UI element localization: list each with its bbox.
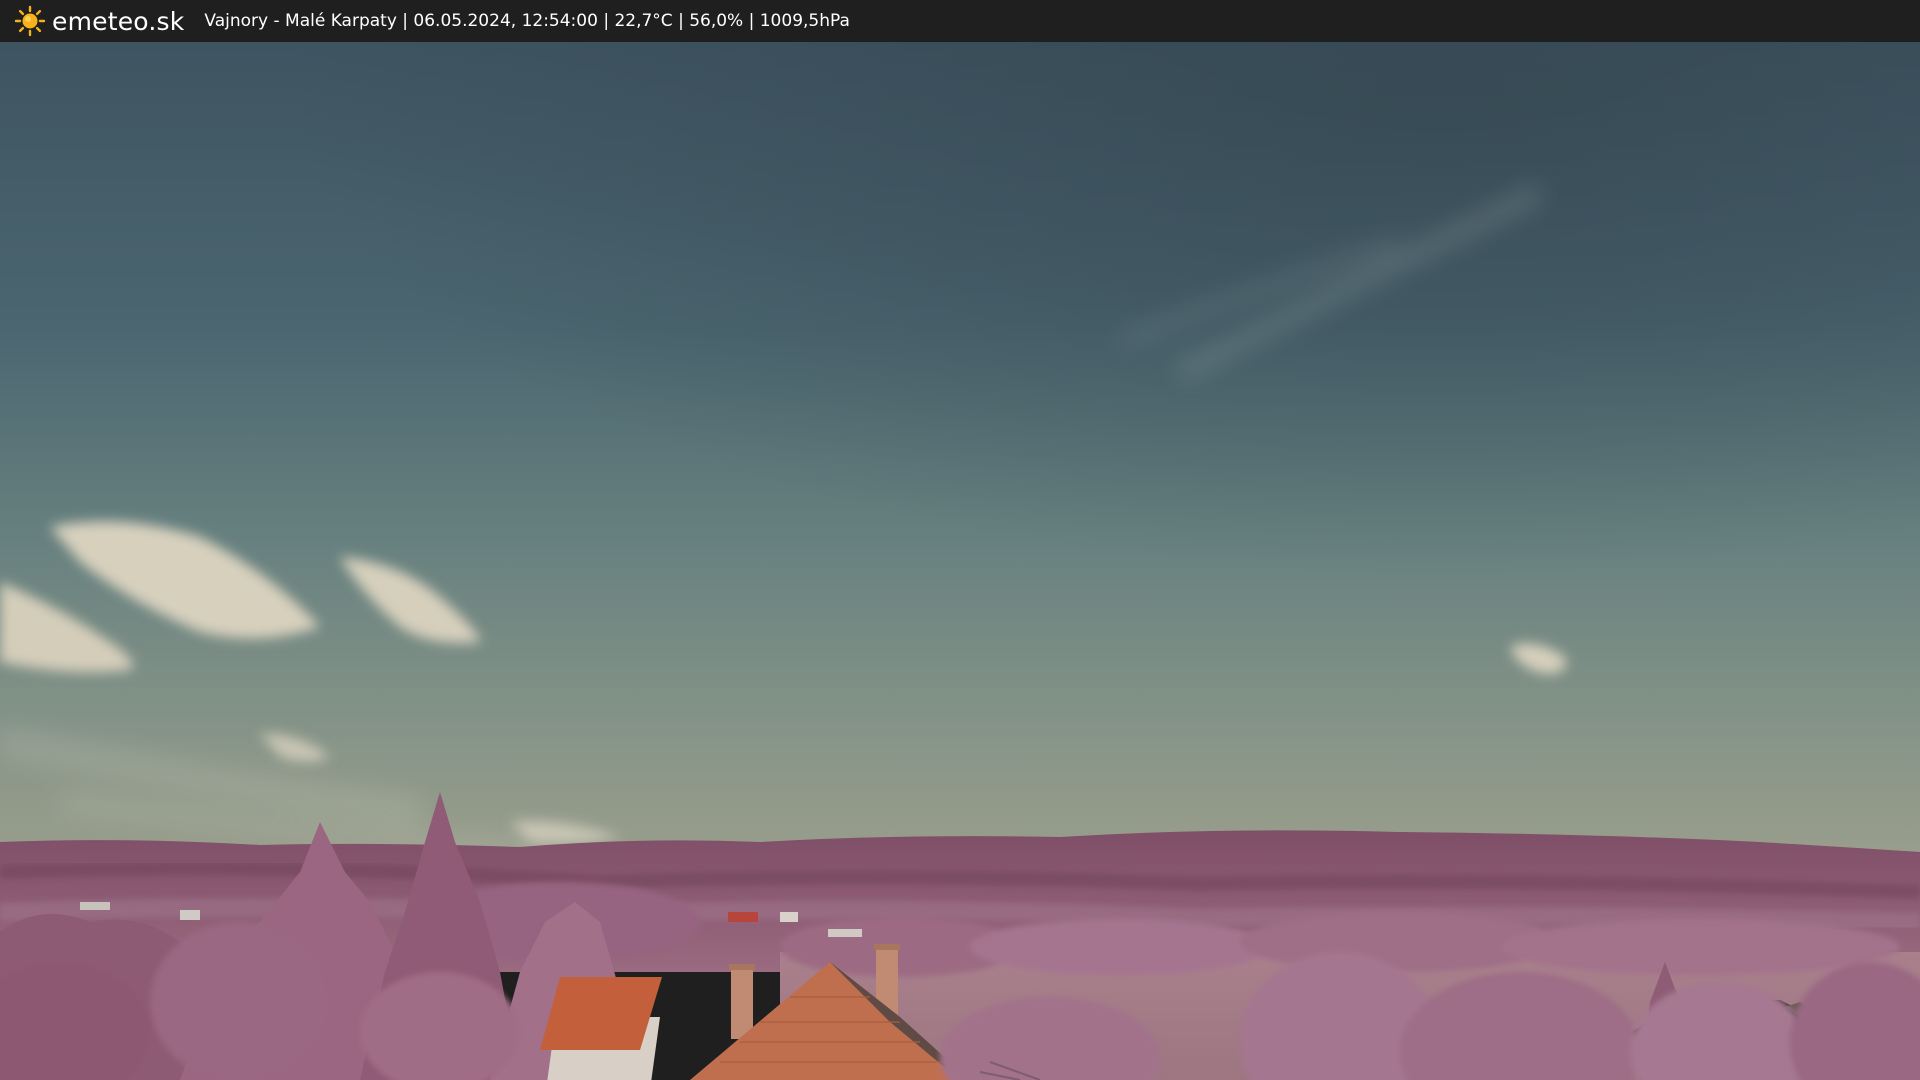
red-roof-house (540, 977, 662, 1080)
station-caption: Vajnory - Malé Karpaty | 06.05.2024, 12:… (204, 11, 850, 31)
brand-name: emeteo.sk (52, 6, 185, 36)
webcam-image (0, 42, 1920, 1080)
caption-bar: emeteo.sk Vajnory - Malé Karpaty | 06.05… (0, 0, 1920, 42)
sun-icon (14, 5, 46, 37)
webcam-frame: emeteo.sk Vajnory - Malé Karpaty | 06.05… (0, 0, 1920, 1080)
brand-logo[interactable]: emeteo.sk (14, 5, 184, 37)
